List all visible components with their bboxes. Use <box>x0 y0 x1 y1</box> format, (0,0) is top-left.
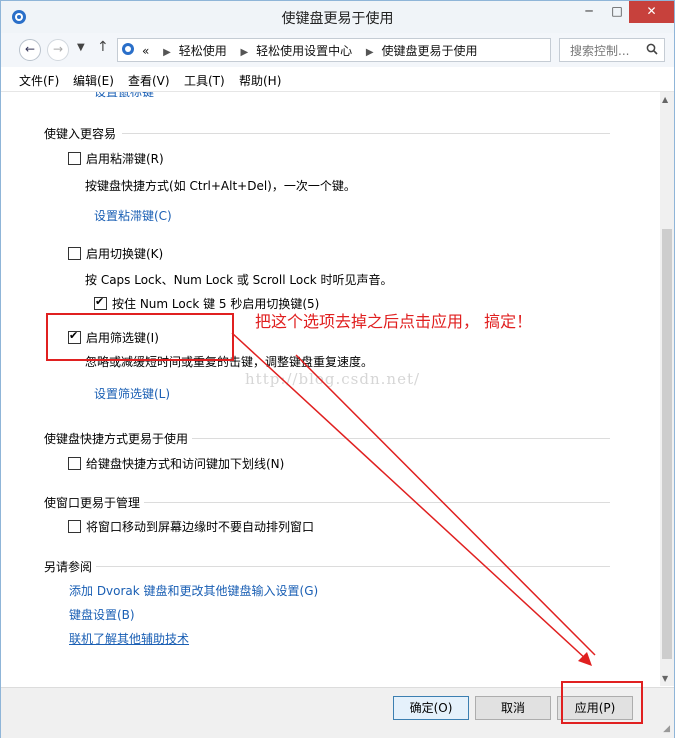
close-button[interactable]: ✕ <box>629 1 674 23</box>
clipped-link[interactable]: 设置鼠标键 <box>94 92 154 100</box>
checkbox-box[interactable] <box>94 295 107 310</box>
checkbox-box[interactable] <box>68 520 81 533</box>
chevron-right-icon: ▶ <box>163 47 171 58</box>
checkbox-label: 将窗口移动到屏幕边缘时不要自动排列窗口 <box>86 520 315 534</box>
annotation-text: 把这个选项去掉之后点击应用， 搞定！ <box>255 312 533 331</box>
search-placeholder: 搜索控制... <box>570 44 630 58</box>
title-bar: 使键盘更易于使用 ─ □ ✕ <box>1 1 674 33</box>
chevron-right-icon: ▶ <box>240 47 249 58</box>
section-shortcuts: 使键盘快捷方式更易于使用 <box>44 430 610 448</box>
menu-edit[interactable]: 编辑(E) <box>73 72 114 89</box>
checkbox-box[interactable] <box>68 247 81 260</box>
assistive-tech-link[interactable]: 联机了解其他辅助技术 <box>69 630 189 647</box>
toggle-keys-checkbox[interactable]: 启用切换键(K) <box>68 245 163 262</box>
control-panel-window: 使键盘更易于使用 ─ □ ✕ ← → ▼ ↑ « ▶ 轻松使用 ▶ 轻松使用设置… <box>0 0 675 738</box>
up-arrow-icon[interactable]: ↑ <box>97 39 109 55</box>
menu-bar: 文件(F) 编辑(E) 查看(V) 工具(T) 帮助(H) <box>1 67 674 92</box>
ok-button[interactable]: 确定(O) <box>393 696 469 720</box>
checkbox-box[interactable] <box>68 457 81 470</box>
annotation-box-apply <box>561 681 643 724</box>
sticky-keys-description: 按键盘快捷方式(如 Ctrl+Alt+Del)，一次一个键。 <box>85 179 356 193</box>
breadcrumb: « ▶ 轻松使用 ▶ 轻松使用设置中心 ▶ 使键盘更易于使用 <box>142 42 481 59</box>
sticky-keys-checkbox[interactable]: 启用粘滞键(R) <box>68 150 164 167</box>
underline-shortcuts-checkbox[interactable]: 给键盘快捷方式和访问键加下划线(N) <box>68 455 284 472</box>
section-heading: 使键入更容易 <box>44 127 117 141</box>
annotation-box-filter-keys <box>46 313 234 361</box>
minimize-button[interactable]: ─ <box>575 1 603 23</box>
section-divider <box>192 438 610 439</box>
checkbox-label: 给键盘快捷方式和访问键加下划线(N) <box>86 457 285 471</box>
section-see-also: 另请参阅 <box>44 558 610 576</box>
section-easier-typing: 使键入更容易 <box>44 125 610 143</box>
section-divider <box>96 566 610 567</box>
toggle-keys-description: 按 Caps Lock、Num Lock 或 Scroll Lock 时听见声音… <box>85 273 393 287</box>
resize-grip-icon[interactable]: ◢ <box>663 724 670 734</box>
section-heading: 另请参阅 <box>44 560 93 574</box>
scroll-up-icon[interactable]: ▲ <box>662 95 668 104</box>
recent-pages-dropdown-icon[interactable]: ▼ <box>77 42 85 53</box>
section-heading: 使键盘快捷方式更易于使用 <box>44 432 189 446</box>
menu-help[interactable]: 帮助(H) <box>239 72 281 89</box>
section-heading: 使窗口更易于管理 <box>44 496 141 510</box>
search-icon[interactable] <box>646 43 658 58</box>
arrow-right-icon: → <box>52 42 64 56</box>
window-title: 使键盘更易于使用 <box>281 11 394 27</box>
settings-content: 设置鼠标键 使键入更容易 启用粘滞键(R) 按键盘快捷方式(如 Ctrl+Alt… <box>1 92 660 686</box>
address-bar-row: ← → ▼ ↑ « ▶ 轻松使用 ▶ 轻松使用设置中心 ▶ 使键盘更易于使用 ▼… <box>1 33 674 67</box>
dvorak-keyboard-link[interactable]: 添加 Dvorak 键盘和更改其他键盘输入设置(G) <box>69 582 318 599</box>
chevron-right-icon: ▶ <box>365 47 374 58</box>
address-box[interactable]: « ▶ 轻松使用 ▶ 轻松使用设置中心 ▶ 使键盘更易于使用 ▼ ⟳ <box>117 38 652 62</box>
checkbox-label: 启用切换键(K) <box>86 247 164 261</box>
section-window-management: 使窗口更易于管理 <box>44 494 610 512</box>
keyboard-settings-link[interactable]: 键盘设置(B) <box>69 606 135 623</box>
back-button[interactable]: ← <box>19 39 41 61</box>
search-input[interactable]: 搜索控制... <box>559 38 665 62</box>
vertical-scrollbar[interactable]: ▲ ▼ <box>660 92 674 686</box>
section-divider <box>122 133 610 134</box>
menu-file[interactable]: 文件(F) <box>19 72 59 89</box>
menu-view[interactable]: 查看(V) <box>128 72 170 89</box>
cancel-button[interactable]: 取消 <box>475 696 551 720</box>
scroll-down-icon[interactable]: ▼ <box>662 674 668 683</box>
watermark: http://blog.csdn.net/ <box>245 370 421 388</box>
breadcrumb-overflow[interactable]: « <box>142 44 149 58</box>
section-divider <box>144 502 610 503</box>
setup-filter-keys-link[interactable]: 设置筛选键(L) <box>94 385 170 402</box>
menu-tools[interactable]: 工具(T) <box>184 72 225 89</box>
forward-button[interactable]: → <box>47 39 69 61</box>
maximize-button[interactable]: □ <box>603 1 631 23</box>
control-panel-icon <box>121 42 135 59</box>
checkbox-label: 启用粘滞键(R) <box>86 152 164 166</box>
scrollbar-thumb[interactable] <box>662 229 672 659</box>
breadcrumb-item[interactable]: 使键盘更易于使用 <box>381 44 477 58</box>
breadcrumb-item[interactable]: 轻松使用设置中心 <box>256 44 352 58</box>
setup-sticky-keys-link[interactable]: 设置粘滞键(C) <box>94 207 172 224</box>
disable-snap-checkbox[interactable]: 将窗口移动到屏幕边缘时不要自动排列窗口 <box>68 518 314 535</box>
checkbox-box[interactable] <box>68 152 81 165</box>
arrow-left-icon: ← <box>24 42 36 56</box>
breadcrumb-item[interactable]: 轻松使用 <box>179 44 227 58</box>
